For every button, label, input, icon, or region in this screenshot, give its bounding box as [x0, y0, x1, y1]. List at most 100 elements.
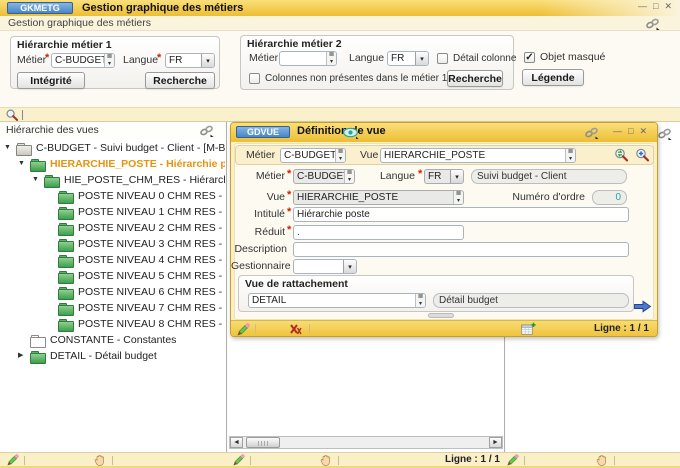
twisty-icon[interactable] — [18, 156, 30, 172]
link-icon[interactable] — [199, 124, 214, 137]
detail-colonne-checkbox[interactable] — [437, 53, 448, 64]
form-intitule-input[interactable] — [293, 207, 629, 222]
go-to-view-arrow-icon[interactable] — [633, 299, 652, 314]
metier2-combo[interactable] — [279, 51, 337, 66]
tree-item[interactable]: POSTE NIVEAU 6 CHM RES - Poste Niveau 6 … — [0, 284, 225, 300]
tree-item-label: HIERARCHIE_POSTE - Hiérarchie poste — [50, 158, 225, 170]
tree-panel-title: Hiérarchie des vues — [6, 124, 99, 136]
scroll-left-icon[interactable]: ◄ — [230, 437, 243, 448]
edit-pencil-icon[interactable] — [236, 323, 250, 336]
metier1-label: Métier — [17, 53, 46, 68]
list-of-values-icon[interactable] — [344, 170, 354, 183]
gdvue-code-badge: GDVUE — [236, 126, 290, 138]
dropdown-arrow-icon[interactable] — [415, 52, 428, 65]
colonnes-checkbox[interactable] — [249, 73, 260, 84]
dropdown-arrow-icon[interactable] — [450, 170, 463, 183]
form-gestionnaire-select[interactable] — [293, 259, 357, 274]
dropdown-arrow-icon[interactable] — [201, 54, 214, 67]
twisty-icon[interactable] — [32, 172, 44, 188]
edit-pencil-icon[interactable] — [232, 454, 245, 466]
tree-item[interactable]: CONSTANTE - Constantes — [0, 332, 225, 348]
minimize-icon[interactable]: — — [613, 126, 622, 137]
langue2-select[interactable]: FR — [387, 51, 429, 66]
maximize-icon[interactable]: □ — [653, 1, 658, 12]
eye-icon[interactable] — [343, 127, 359, 139]
tree-item[interactable]: DETAIL - Détail budget — [0, 348, 225, 364]
form-langue-select[interactable]: FR — [424, 169, 464, 184]
tree-item-label: HIE_POSTE_CHM_RES - Hiérarchie poste che… — [64, 174, 225, 186]
list-of-values-icon[interactable] — [326, 52, 336, 65]
link-icon[interactable] — [584, 126, 599, 139]
tree-item[interactable]: POSTE NIVEAU 8 CHM RES - Poste Niveau 8 … — [0, 316, 225, 332]
search-refresh-icon[interactable] — [614, 148, 629, 163]
recherche1-button[interactable]: Recherche — [145, 72, 215, 89]
list-of-values-icon[interactable] — [335, 149, 345, 162]
minimize-icon[interactable]: — — [638, 1, 647, 12]
criteria-pane: Hiérarchie métier 1 Métier * C-BUDGET La… — [0, 31, 680, 107]
edit-pencil-icon[interactable] — [506, 454, 519, 466]
tree-item[interactable]: POSTE NIVEAU 4 CHM RES - Poste Niveau 4 … — [0, 252, 225, 268]
form-vue-combo[interactable]: HIERARCHIE_POSTE — [293, 190, 464, 205]
tree-item[interactable]: C-BUDGET - Suivi budget - Client - [M-BU… — [0, 140, 225, 156]
query-metier-combo[interactable]: C-BUDGET — [280, 148, 346, 163]
link-icon[interactable] — [645, 17, 660, 30]
gdvue-title: Définition de vue — [297, 125, 386, 137]
query-vue-combo[interactable]: HIERARCHIE_POSTE — [380, 148, 576, 163]
tree-item[interactable]: POSTE NIVEAU 0 CHM RES - Poste Niveau 0 … — [0, 188, 225, 204]
tree-item[interactable]: HIERARCHIE_POSTE - Hiérarchie poste — [0, 156, 225, 172]
twisty-icon[interactable] — [18, 348, 30, 364]
objet-masque-label: Objet masqué — [540, 50, 605, 65]
metier1-combo[interactable]: C-BUDGET — [51, 53, 115, 68]
integrite-button[interactable]: Intégrité — [17, 72, 85, 89]
list-of-values-icon[interactable] — [565, 149, 575, 162]
tree-item[interactable]: HIE_POSTE_CHM_RES - Hiérarchie poste che… — [0, 172, 225, 188]
maximize-icon[interactable]: □ — [628, 126, 633, 137]
recherche2-button[interactable]: Recherche — [447, 70, 503, 87]
tree-item[interactable]: POSTE NIVEAU 1 CHM RES - Poste Niveau 1 … — [0, 204, 225, 220]
twisty-icon[interactable] — [4, 140, 16, 156]
link-icon[interactable] — [657, 127, 672, 140]
tree-item[interactable]: POSTE NIVEAU 2 CHM RES - Poste Niveau 2 … — [0, 220, 225, 236]
gdvue-statusbar: Ligne : 1 / 1 — [231, 320, 657, 336]
tree-item-label: CONSTANTE - Constantes — [50, 334, 176, 346]
form-metier-value: C-BUDGET — [294, 171, 344, 182]
scrollbar-thumb[interactable] — [246, 437, 280, 448]
form-metier-combo[interactable]: C-BUDGET — [293, 169, 355, 184]
delete-x-icon[interactable] — [289, 323, 302, 335]
group-vue-rattachement: Vue de rattachement DETAIL Détail budget — [238, 275, 634, 312]
tree-item[interactable]: POSTE NIVEAU 3 CHM RES - Poste Niveau 3 … — [0, 236, 225, 252]
form-metier-description: Suivi budget - Client — [471, 169, 627, 184]
tree-item[interactable]: POSTE NIVEAU 7 CHM RES - Poste Niveau 7 … — [0, 300, 225, 316]
objet-masque-checkbox[interactable] — [524, 52, 535, 63]
gdvue-query-bar: Métier C-BUDGET Vue HIERARCHIE_POSTE — [235, 145, 654, 165]
horizontal-scrollbar[interactable]: ◄ ► — [229, 436, 503, 449]
search-icon — [5, 109, 19, 122]
close-icon[interactable]: ✕ — [664, 1, 672, 12]
dropdown-arrow-icon[interactable] — [343, 260, 356, 273]
tree-item[interactable]: POSTE NIVEAU 5 CHM RES - Poste Niveau 5 … — [0, 268, 225, 284]
group1-title: Hiérarchie métier 1 — [17, 39, 112, 51]
zoom-plus-icon[interactable] — [635, 148, 650, 163]
gdvue-titlebar[interactable]: GDVUE Définition de vue — □ ✕ — [231, 123, 657, 142]
list-of-values-icon[interactable] — [415, 294, 425, 307]
query-metier-label: Métier — [246, 148, 275, 163]
table-add-icon[interactable] — [521, 322, 536, 336]
rattachement-vue-description: Détail budget — [433, 293, 629, 308]
folder-icon — [30, 351, 45, 362]
scroll-right-icon[interactable]: ► — [489, 437, 502, 448]
close-icon[interactable]: ✕ — [639, 126, 647, 137]
form-langue-value: FR — [425, 171, 450, 182]
edit-pencil-icon[interactable] — [6, 454, 19, 466]
form-vue-label: Vue — [231, 190, 285, 205]
splitter-handle[interactable] — [428, 313, 454, 318]
legende-button[interactable]: Légende — [522, 69, 584, 86]
rattachement-vue-combo[interactable]: DETAIL — [248, 293, 426, 308]
form-reduit-input[interactable] — [293, 225, 464, 240]
list-of-values-icon[interactable] — [104, 54, 114, 67]
list-of-values-icon[interactable] — [453, 191, 463, 204]
search-input[interactable] — [21, 109, 671, 121]
langue1-select[interactable]: FR — [165, 53, 215, 68]
form-description-input[interactable] — [293, 242, 629, 257]
tree-item-label: POSTE NIVEAU 6 CHM RES - Poste Niveau 6 … — [78, 286, 225, 298]
query-vue-value: HIERARCHIE_POSTE — [381, 150, 565, 161]
